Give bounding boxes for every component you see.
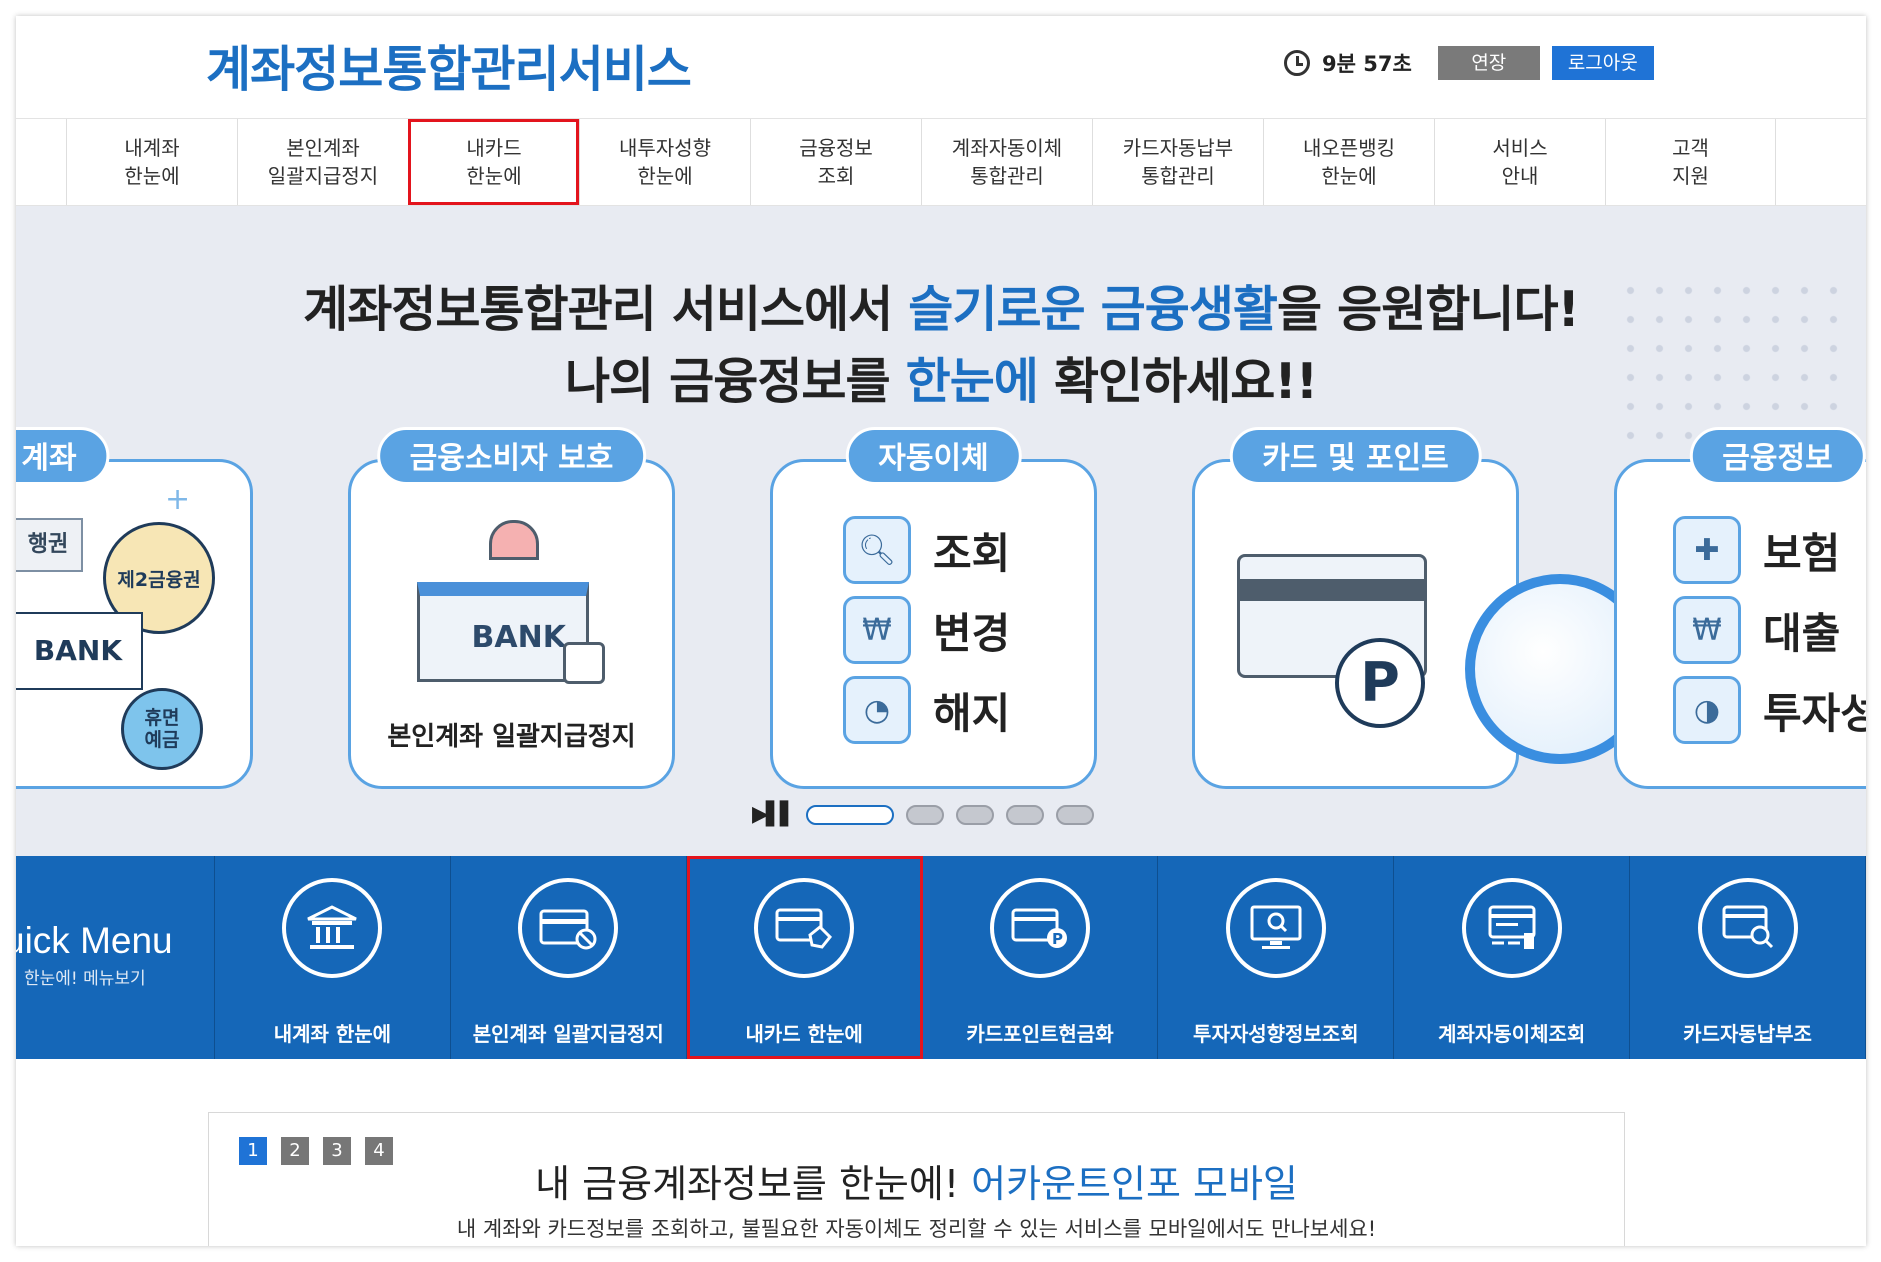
quick-my-accounts[interactable]: 내계좌 한눈에 <box>215 856 451 1059</box>
nav-open-banking[interactable]: 내오픈뱅킹 한눈에 <box>1263 119 1434 205</box>
extend-button[interactable]: 연장 <box>1437 46 1540 80</box>
main-nav: 내계좌 한눈에 본인계좌 일괄지급정지 내카드 한눈에 내투자성향 한눈에 금융정보 조회… <box>16 118 1866 206</box>
clock-icon <box>1284 50 1310 76</box>
card-title: 카드 및 포인트 <box>1229 427 1482 485</box>
nav-financial-info[interactable]: 금융정보 조회 <box>750 119 921 205</box>
quick-investor-profile[interactable]: 투자자성향정보조회 <box>1158 856 1395 1059</box>
quick-menu: uick Menu 한눈에! 메뉴보기 내계좌 한눈에 본인계좌 일괄지급정지 … <box>16 856 1866 1059</box>
quick-my-cards[interactable]: 내카드 한눈에 <box>686 856 923 1059</box>
hero-headline-2: 나의 금융정보를 한눈에 확인하세요!! <box>564 353 1318 410</box>
auto-item-change: ₩ 변경 <box>843 590 1010 670</box>
slider-controls: ▶▌▌ <box>752 802 1094 827</box>
monitor-search-icon <box>1225 878 1326 978</box>
slider-dot-1[interactable] <box>805 804 894 825</box>
info-item-loan: ₩ 대출 <box>1673 590 1866 670</box>
nav-my-cards[interactable]: 내카드 한눈에 <box>408 119 579 205</box>
card-title: 자동이체 <box>845 427 1022 485</box>
piggy-bank-icon: ◔ <box>843 676 911 744</box>
slide-card-auto-transfer[interactable]: 자동이체 🔍︎ 조회 ₩ 변경 ◔ 해지 <box>770 427 1097 789</box>
card-hand-icon <box>754 878 855 978</box>
slider-dot-3[interactable] <box>955 804 994 825</box>
won-exchange-icon: ₩ <box>843 596 911 664</box>
transfer-list-icon <box>1461 878 1562 978</box>
info-item-investment: ◑ 투자성 <box>1673 670 1866 750</box>
plus-icon: + <box>165 482 191 517</box>
hero-banner: 계좌정보통합관리 서비스에서 슬기로운 금융생활을 응원합니다! 나의 금융정보… <box>16 206 1866 856</box>
quick-payment-stop[interactable]: 본인계좌 일괄지급정지 <box>451 856 687 1059</box>
hand-coin-icon: ₩ <box>1673 596 1741 664</box>
card-point-icon: P <box>989 878 1090 978</box>
nav-investment-profile[interactable]: 내투자성향 한눈에 <box>579 119 750 205</box>
nav-card-autopay[interactable]: 카드자동납부 통합관리 <box>1092 119 1263 205</box>
card-title: 계좌 <box>16 427 110 485</box>
nav-service-guide[interactable]: 서비스 안내 <box>1434 119 1605 205</box>
auto-item-inquiry: 🔍︎ 조회 <box>843 510 1010 590</box>
nav-customer-support[interactable]: 고객 지원 <box>1605 119 1776 205</box>
logout-button[interactable]: 로그아웃 <box>1551 46 1654 80</box>
site-logo[interactable]: 계좌정보통합관리서비스 <box>206 30 692 101</box>
session-timer: 9분 57초 연장 로그아웃 <box>1284 46 1654 80</box>
slide-card-financial-info[interactable]: 금융정보 ✚ 보험 ₩ 대출 ◑ 투자성 <box>1614 427 1866 789</box>
nav-my-accounts[interactable]: 내계좌 한눈에 <box>66 119 237 205</box>
quick-menu-label: uick Menu 한눈에! 메뉴보기 <box>16 856 215 1059</box>
info-item-insurance: ✚ 보험 <box>1673 510 1866 590</box>
play-pause-icon[interactable]: ▶▌▌ <box>752 802 797 827</box>
slider-dot-5[interactable] <box>1055 804 1094 825</box>
card-block-icon <box>518 878 619 978</box>
card-title: 금융소비자 보호 <box>376 427 647 485</box>
nav-auto-transfer[interactable]: 계좌자동이체 통합관리 <box>921 119 1092 205</box>
card-search-icon <box>1697 878 1798 978</box>
hero-headline-1: 계좌정보통합관리 서비스에서 슬기로운 금융생활을 응원합니다! <box>303 281 1580 338</box>
slide-card-account[interactable]: 계좌 행권 제2금융권 BANK 휴면 예금 + <box>16 427 253 789</box>
dormant-badge: 휴면 예금 <box>121 688 203 770</box>
promo-description: 내 계좌와 카드정보를 조회하고, 불필요한 자동이체도 정리할 수 있는 서비… <box>456 1217 1377 1241</box>
card-title: 금융정보 <box>1689 427 1866 485</box>
pie-chart-icon: ◑ <box>1673 676 1741 744</box>
slider-dot-4[interactable] <box>1005 804 1044 825</box>
promo-title: 내 금융계좌정보를 한눈에! 어카운트인포 모바일 <box>535 1162 1298 1206</box>
siren-icon <box>489 520 539 560</box>
quick-card-autopay[interactable]: 카드자동납부조 <box>1630 856 1866 1059</box>
quick-auto-transfer[interactable]: 계좌자동이체조회 <box>1394 856 1631 1059</box>
point-coin-icon: P <box>1335 638 1425 728</box>
slide-card-consumer-protection[interactable]: 금융소비자 보호 BANK 본인계좌 일괄지급정지 <box>348 427 675 789</box>
promo-panel: 1 2 3 4 내 금융계좌정보를 한눈에! 어카운트인포 모바일 내 계좌와 … <box>208 1112 1625 1246</box>
shield-icon: ✚ <box>1673 516 1741 584</box>
svg-text:P: P <box>1052 930 1063 948</box>
browser-page: 계좌정보통합관리서비스 9분 57초 연장 로그아웃 내계좌 한눈에 본인계좌 일괄… <box>16 16 1866 1246</box>
header: 계좌정보통합관리서비스 9분 57초 연장 로그아웃 <box>16 16 1866 116</box>
lock-icon <box>563 642 605 684</box>
timer-text: 9분 57초 <box>1322 52 1412 76</box>
auto-item-cancel: ◔ 해지 <box>843 670 1010 750</box>
slide-card-card-points[interactable]: 카드 및 포인트 P <box>1192 427 1655 789</box>
quick-card-points[interactable]: P 카드포인트현금화 <box>923 856 1159 1059</box>
document-search-icon: 🔍︎ <box>843 516 911 584</box>
nav-payment-stop[interactable]: 본인계좌 일괄지급정지 <box>237 119 408 205</box>
slider-dot-2[interactable] <box>905 804 944 825</box>
bank-building-icon <box>282 878 383 978</box>
